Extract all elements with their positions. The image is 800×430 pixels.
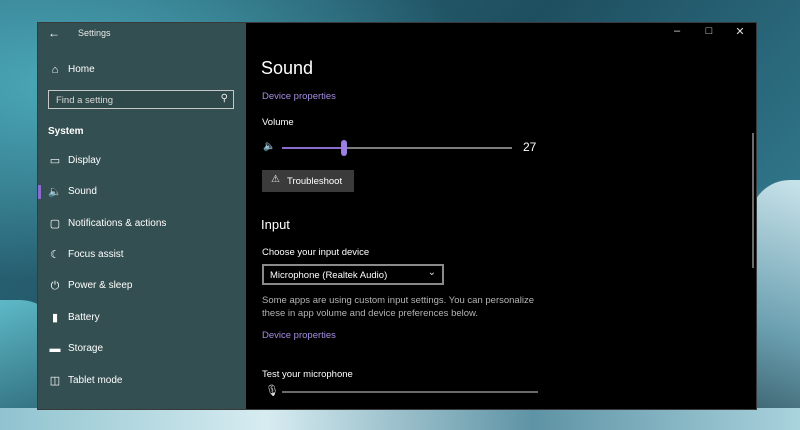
section-title: System [48, 126, 84, 137]
search-icon[interactable]: ⚲ [221, 93, 228, 104]
sidebar-item-power-sleep[interactable]: ⏻ Power & sleep [38, 273, 246, 299]
warning-icon: ⚠ [271, 174, 280, 185]
minimize-icon[interactable]: – [664, 25, 690, 37]
sidebar-item-notifications[interactable]: ▢ Notifications & actions [38, 211, 246, 237]
choose-input-label: Choose your input device [262, 247, 370, 258]
sidebar-item-label: Display [68, 155, 101, 166]
input-device-properties-link[interactable]: Device properties [262, 330, 336, 341]
sidebar-item-sound[interactable]: 🔈 Sound [38, 179, 246, 205]
sidebar-item-label: Battery [68, 312, 100, 323]
input-device-value: Microphone (Realtek Audio) [270, 270, 388, 281]
battery-icon: ▮ [51, 312, 59, 324]
test-mic-label: Test your microphone [262, 369, 353, 380]
search-input[interactable]: Find a setting ⚲ [48, 90, 234, 109]
mic-level-meter [282, 391, 538, 393]
page-title: Sound [261, 58, 314, 78]
back-arrow-icon[interactable]: ← [48, 26, 60, 40]
sidebar-item-label: Power & sleep [68, 280, 133, 291]
sidebar-item-label: Storage [68, 343, 104, 354]
sidebar-item-battery[interactable]: ▮ Battery [38, 305, 246, 331]
sidebar-item-tablet-mode[interactable]: ◫ Tablet mode [38, 368, 246, 394]
scrollbar[interactable] [752, 133, 754, 268]
sidebar-item-label: Focus assist [68, 249, 124, 260]
close-icon[interactable]: ✕ [727, 25, 753, 38]
microphone-icon: 🎙 [265, 385, 279, 397]
home-icon: ⌂ [51, 64, 59, 76]
volume-label: Volume [262, 117, 294, 128]
input-device-dropdown[interactable]: Microphone (Realtek Audio) ⌄ [262, 264, 444, 285]
volume-slider-fill [282, 147, 345, 149]
sidebar-item-label: Sound [68, 186, 97, 197]
wallpaper-ground [0, 408, 800, 430]
sidebar-item-storage[interactable]: ▬ Storage [38, 336, 246, 362]
title-bar: ← Settings [38, 23, 246, 45]
power-icon: ⏻ [50, 280, 60, 292]
selection-marker [38, 185, 41, 199]
sidebar-item-display[interactable]: ▭ Display [38, 148, 246, 174]
sidebar-item-home[interactable]: ⌂ Home [38, 57, 246, 83]
display-icon: ▭ [49, 155, 61, 167]
search-placeholder: Find a setting [56, 95, 114, 106]
wallpaper-rock-right [750, 180, 800, 430]
volume-slider-thumb[interactable] [341, 140, 348, 156]
device-properties-link[interactable]: Device properties [262, 91, 336, 102]
notifications-icon: ▢ [49, 218, 61, 230]
sidebar: ← Settings ⌂ Home Find a setting ⚲ Syste… [38, 23, 246, 409]
sidebar-item-label: Tablet mode [68, 375, 123, 386]
sidebar-item-label: Home [68, 64, 95, 75]
volume-slider[interactable] [282, 140, 512, 156]
settings-window: ← Settings ⌂ Home Find a setting ⚲ Syste… [37, 22, 757, 410]
storage-icon: ▬ [49, 343, 61, 355]
window-title: Settings [78, 28, 111, 38]
input-heading: Input [261, 217, 290, 232]
sidebar-item-label: Notifications & actions [68, 218, 167, 229]
main-content: – □ ✕ Sound Device properties Volume 🔈 2… [246, 23, 756, 409]
custom-settings-note: Some apps are using custom input setting… [262, 295, 534, 319]
moon-icon: ☾ [50, 249, 60, 261]
sidebar-item-focus-assist[interactable]: ☾ Focus assist [38, 242, 246, 268]
speaker-icon[interactable]: 🔈 [263, 141, 275, 152]
troubleshoot-label: Troubleshoot [287, 176, 343, 187]
speaker-icon: 🔈 [48, 186, 62, 198]
volume-value: 27 [523, 140, 537, 154]
tablet-icon: ◫ [49, 375, 61, 387]
maximize-icon[interactable]: □ [696, 25, 722, 37]
troubleshoot-button[interactable]: ⚠ Troubleshoot [262, 170, 354, 192]
chevron-down-icon: ⌄ [427, 267, 436, 278]
